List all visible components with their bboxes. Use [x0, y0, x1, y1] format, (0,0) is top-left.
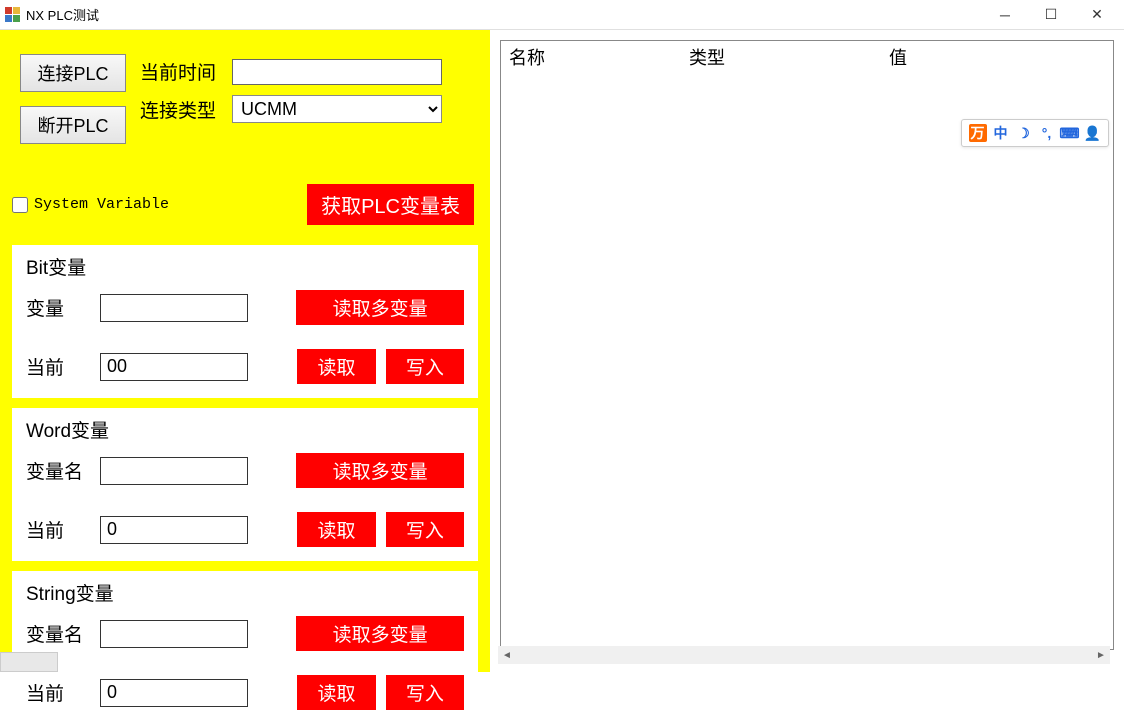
word-group: Word变量 变量名 读取多变量 当前 读取 写入 — [12, 408, 478, 561]
ime-moon-icon[interactable]: ☽ — [1015, 124, 1033, 142]
string-read-multi-button[interactable]: 读取多变量 — [296, 616, 464, 651]
string-var-label: 变量名 — [26, 620, 90, 647]
bit-current-input[interactable] — [100, 353, 248, 381]
system-variable-checkbox[interactable] — [12, 197, 28, 213]
minimize-button[interactable]: ─ — [982, 0, 1028, 30]
word-read-multi-button[interactable]: 读取多变量 — [296, 453, 464, 488]
right-panel: 名称 类型 值 万 中 ☽ °, ⌨ 👤 ◄ ► — [490, 30, 1124, 672]
bit-group: Bit变量 变量 读取多变量 当前 读取 写入 — [12, 245, 478, 398]
word-var-label: 变量名 — [26, 457, 90, 484]
scroll-track[interactable] — [516, 646, 1092, 664]
title-bar: NX PLC测试 ─ ☐ ✕ — [0, 0, 1124, 30]
bit-var-label: 变量 — [26, 294, 90, 321]
column-name[interactable]: 名称 — [501, 40, 681, 74]
horizontal-scrollbar[interactable]: ◄ ► — [498, 646, 1110, 664]
word-var-input[interactable] — [100, 457, 248, 485]
left-panel: 连接PLC 断开PLC 当前时间 连接类型 UCMM System V — [0, 30, 490, 672]
string-current-label: 当前 — [26, 679, 90, 706]
word-write-button[interactable]: 写入 — [386, 512, 464, 547]
word-current-label: 当前 — [26, 516, 90, 543]
ime-user-icon[interactable]: 👤 — [1084, 124, 1102, 142]
bit-read-button[interactable]: 读取 — [297, 349, 375, 384]
ime-logo-icon[interactable]: 万 — [969, 124, 987, 142]
string-read-button[interactable]: 读取 — [297, 675, 375, 710]
ime-cn-icon[interactable]: 中 — [992, 124, 1010, 142]
connect-plc-button[interactable]: 连接PLC — [20, 54, 126, 92]
ime-punct-icon[interactable]: °, — [1038, 124, 1056, 142]
window-title: NX PLC测试 — [26, 5, 99, 24]
bit-current-label: 当前 — [26, 353, 90, 380]
word-group-title: Word变量 — [26, 416, 464, 443]
column-value[interactable]: 值 — [881, 40, 1113, 74]
string-write-button[interactable]: 写入 — [386, 675, 464, 710]
word-read-button[interactable]: 读取 — [297, 512, 375, 547]
string-group: String变量 变量名 读取多变量 当前 读取 写入 — [12, 571, 478, 724]
string-current-input[interactable] — [100, 679, 248, 707]
app-icon — [4, 7, 20, 23]
scroll-right-icon[interactable]: ► — [1092, 646, 1110, 664]
connection-type-label: 连接类型 — [140, 96, 222, 123]
listview-header: 名称 类型 值 — [501, 41, 1113, 73]
system-variable-label[interactable]: System Variable — [34, 196, 169, 213]
current-time-field[interactable] — [232, 59, 442, 85]
variable-listview[interactable]: 名称 类型 值 万 中 ☽ °, ⌨ 👤 — [500, 40, 1114, 650]
disconnect-plc-button[interactable]: 断开PLC — [20, 106, 126, 144]
bit-group-title: Bit变量 — [26, 253, 464, 280]
string-group-title: String变量 — [26, 579, 464, 606]
word-current-input[interactable] — [100, 516, 248, 544]
maximize-button[interactable]: ☐ — [1028, 0, 1074, 30]
bit-read-multi-button[interactable]: 读取多变量 — [296, 290, 464, 325]
column-type[interactable]: 类型 — [681, 40, 881, 74]
bit-write-button[interactable]: 写入 — [386, 349, 464, 384]
ime-keyboard-icon[interactable]: ⌨ — [1061, 124, 1079, 142]
status-strip — [0, 652, 58, 672]
string-var-input[interactable] — [100, 620, 248, 648]
ime-toolbar[interactable]: 万 中 ☽ °, ⌨ 👤 — [961, 119, 1109, 147]
current-time-label: 当前时间 — [140, 58, 222, 85]
connection-type-select[interactable]: UCMM — [232, 95, 442, 123]
bit-var-input[interactable] — [100, 294, 248, 322]
get-plc-table-button[interactable]: 获取PLC变量表 — [307, 184, 474, 225]
scroll-left-icon[interactable]: ◄ — [498, 646, 516, 664]
close-button[interactable]: ✕ — [1074, 0, 1120, 30]
